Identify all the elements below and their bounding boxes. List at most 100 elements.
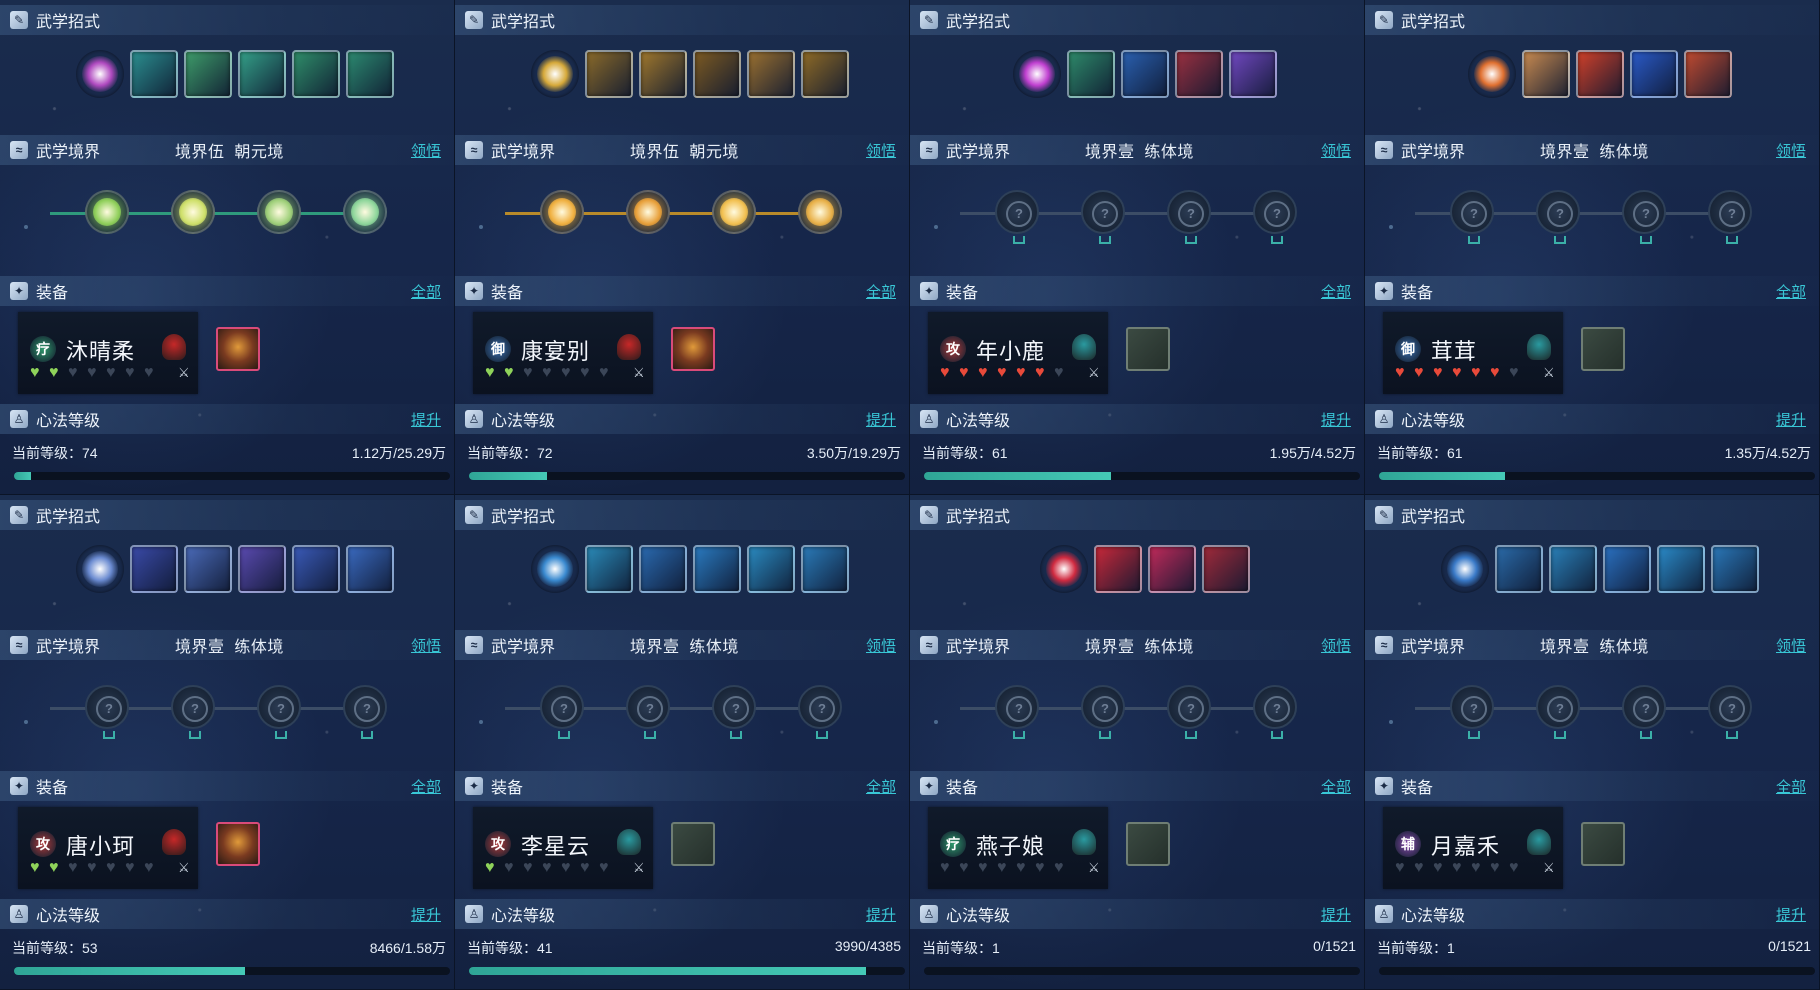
upgrade-link[interactable]: 提升 <box>866 904 896 925</box>
realm-node-locked[interactable]: ? <box>798 685 842 739</box>
partner-card[interactable]: 辅月嘉禾 ♥ ♥ ♥ ♥ ♥ ♥ ♥ ⚔ <box>1383 807 1563 889</box>
view-all-link[interactable]: 全部 <box>411 281 441 302</box>
realm-node-unlocked[interactable] <box>626 190 670 234</box>
skill-icon[interactable] <box>238 50 286 98</box>
realm-node-locked[interactable]: ? <box>1450 685 1494 739</box>
skill-icon[interactable] <box>346 545 394 593</box>
view-all-link[interactable]: 全部 <box>1321 776 1351 797</box>
martial-style-icon[interactable] <box>1441 545 1489 593</box>
realm-node-locked[interactable]: ? <box>1450 190 1494 244</box>
equipment-slot-empty[interactable] <box>671 822 715 866</box>
skill-icon[interactable] <box>130 545 178 593</box>
realm-node-unlocked[interactable] <box>85 190 129 234</box>
skill-icon[interactable] <box>1202 545 1250 593</box>
comprehend-link[interactable]: 领悟 <box>1776 140 1806 161</box>
realm-node-locked[interactable]: ? <box>1081 685 1125 739</box>
partner-card[interactable]: 御康宴别 ♥ ♥ ♥ ♥ ♥ ♥ ♥ ⚔ <box>473 312 653 394</box>
skill-icon[interactable] <box>693 50 741 98</box>
equipment-slot-empty[interactable] <box>1126 327 1170 371</box>
skill-icon[interactable] <box>639 545 687 593</box>
upgrade-link[interactable]: 提升 <box>1776 409 1806 430</box>
skill-icon[interactable] <box>292 50 340 98</box>
skill-icon[interactable] <box>1576 50 1624 98</box>
equipment-slot-empty[interactable] <box>1126 822 1170 866</box>
equipment-slot-filled[interactable] <box>671 327 715 371</box>
realm-node-unlocked[interactable] <box>171 190 215 234</box>
partner-card[interactable]: 攻年小鹿 ♥ ♥ ♥ ♥ ♥ ♥ ♥ ⚔ <box>928 312 1108 394</box>
view-all-link[interactable]: 全部 <box>1321 281 1351 302</box>
skill-icon[interactable] <box>1522 50 1570 98</box>
partner-card[interactable]: 疗燕子娘 ♥ ♥ ♥ ♥ ♥ ♥ ♥ ⚔ <box>928 807 1108 889</box>
character-card[interactable]: ✎ 武学招式 ≈ 武学境界 境界壹 练体境 领悟???? ✦ 装备 全部辅月嘉禾 ♥ ♥ ♥ ♥ ♥ ♥ ♥ ⚔… <box>1365 495 1820 990</box>
realm-node-locked[interactable]: ? <box>995 685 1039 739</box>
character-card[interactable]: ✎ 武学招式 ≈ 武学境界 境界壹 练体境 领悟???? ✦ 装备 全部攻李星云 ♥ ♥ ♥ ♥ ♥ ♥ ♥ ⚔… <box>455 495 910 990</box>
realm-node-locked[interactable]: ? <box>171 685 215 739</box>
upgrade-link[interactable]: 提升 <box>866 409 896 430</box>
character-card[interactable]: ✎ 武学招式 ≈ 武学境界 境界壹 练体境 领悟???? ✦ 装备 全部疗燕子娘 ♥ ♥ ♥ ♥ ♥ ♥ ♥ ⚔… <box>910 495 1365 990</box>
skill-icon[interactable] <box>130 50 178 98</box>
upgrade-link[interactable]: 提升 <box>411 904 441 925</box>
view-all-link[interactable]: 全部 <box>866 776 896 797</box>
martial-style-icon[interactable] <box>1468 50 1516 98</box>
character-card[interactable]: ✎ 武学招式 ≈ 武学境界 境界壹 练体境 领悟???? ✦ 装备 全部攻唐小珂 ♥ ♥ ♥ ♥ ♥ ♥ ♥ ⚔… <box>0 495 455 990</box>
skill-icon[interactable] <box>1657 545 1705 593</box>
partner-card[interactable]: 攻李星云 ♥ ♥ ♥ ♥ ♥ ♥ ♥ ⚔ <box>473 807 653 889</box>
realm-node-locked[interactable]: ? <box>257 685 301 739</box>
skill-icon[interactable] <box>693 545 741 593</box>
upgrade-link[interactable]: 提升 <box>1321 904 1351 925</box>
skill-icon[interactable] <box>1495 545 1543 593</box>
realm-node-locked[interactable]: ? <box>1708 190 1752 244</box>
skill-icon[interactable] <box>184 50 232 98</box>
skill-icon[interactable] <box>1603 545 1651 593</box>
martial-style-icon[interactable] <box>531 50 579 98</box>
upgrade-link[interactable]: 提升 <box>1776 904 1806 925</box>
realm-node-locked[interactable]: ? <box>85 685 129 739</box>
equipment-slot-filled[interactable] <box>216 822 260 866</box>
upgrade-link[interactable]: 提升 <box>1321 409 1351 430</box>
comprehend-link[interactable]: 领悟 <box>866 635 896 656</box>
skill-icon[interactable] <box>292 545 340 593</box>
character-card[interactable]: ✎ 武学招式 ≈ 武学境界 境界壹 练体境 领悟???? ✦ 装备 全部攻年小鹿 ♥ ♥ ♥ ♥ ♥ ♥ ♥ ⚔… <box>910 0 1365 495</box>
realm-node-locked[interactable]: ? <box>1622 190 1666 244</box>
realm-node-locked[interactable]: ? <box>1708 685 1752 739</box>
view-all-link[interactable]: 全部 <box>1776 281 1806 302</box>
view-all-link[interactable]: 全部 <box>1776 776 1806 797</box>
martial-style-icon[interactable] <box>76 50 124 98</box>
partner-card[interactable]: 攻唐小珂 ♥ ♥ ♥ ♥ ♥ ♥ ♥ ⚔ <box>18 807 198 889</box>
equipment-slot-filled[interactable] <box>216 327 260 371</box>
realm-node-unlocked[interactable] <box>798 190 842 234</box>
skill-icon[interactable] <box>1684 50 1732 98</box>
realm-node-locked[interactable]: ? <box>540 685 584 739</box>
realm-node-locked[interactable]: ? <box>626 685 670 739</box>
realm-node-unlocked[interactable] <box>343 190 387 234</box>
comprehend-link[interactable]: 领悟 <box>866 140 896 161</box>
character-card[interactable]: ✎ 武学招式 ≈ 武学境界 境界壹 练体境 领悟???? ✦ 装备 全部御茸茸 ♥ ♥ ♥ ♥ ♥ ♥ ♥ ⚔ ♙… <box>1365 0 1820 495</box>
skill-icon[interactable] <box>801 545 849 593</box>
skill-icon[interactable] <box>346 50 394 98</box>
skill-icon[interactable] <box>747 545 795 593</box>
partner-card[interactable]: 御茸茸 ♥ ♥ ♥ ♥ ♥ ♥ ♥ ⚔ <box>1383 312 1563 394</box>
martial-style-icon[interactable] <box>531 545 579 593</box>
skill-icon[interactable] <box>1094 545 1142 593</box>
comprehend-link[interactable]: 领悟 <box>411 140 441 161</box>
realm-node-locked[interactable]: ? <box>1622 685 1666 739</box>
realm-node-locked[interactable]: ? <box>1536 685 1580 739</box>
skill-icon[interactable] <box>184 545 232 593</box>
skill-icon[interactable] <box>1175 50 1223 98</box>
realm-node-locked[interactable]: ? <box>1081 190 1125 244</box>
realm-node-locked[interactable]: ? <box>1253 685 1297 739</box>
comprehend-link[interactable]: 领悟 <box>1321 140 1351 161</box>
partner-card[interactable]: 疗沐晴柔 ♥ ♥ ♥ ♥ ♥ ♥ ♥ ⚔ <box>18 312 198 394</box>
realm-node-locked[interactable]: ? <box>1167 685 1211 739</box>
upgrade-link[interactable]: 提升 <box>411 409 441 430</box>
realm-node-unlocked[interactable] <box>540 190 584 234</box>
comprehend-link[interactable]: 领悟 <box>1776 635 1806 656</box>
view-all-link[interactable]: 全部 <box>411 776 441 797</box>
skill-icon[interactable] <box>747 50 795 98</box>
realm-node-locked[interactable]: ? <box>1167 190 1211 244</box>
skill-icon[interactable] <box>1229 50 1277 98</box>
character-card[interactable]: ✎ 武学招式 ≈ 武学境界 境界伍 朝元境 领悟 ✦ 装备 全部疗沐晴柔 ♥ ♥ ♥ ♥ ♥ ♥ ♥ ⚔ ♙ 心法等… <box>0 0 455 495</box>
realm-node-unlocked[interactable] <box>712 190 756 234</box>
skill-icon[interactable] <box>801 50 849 98</box>
realm-node-locked[interactable]: ? <box>712 685 756 739</box>
